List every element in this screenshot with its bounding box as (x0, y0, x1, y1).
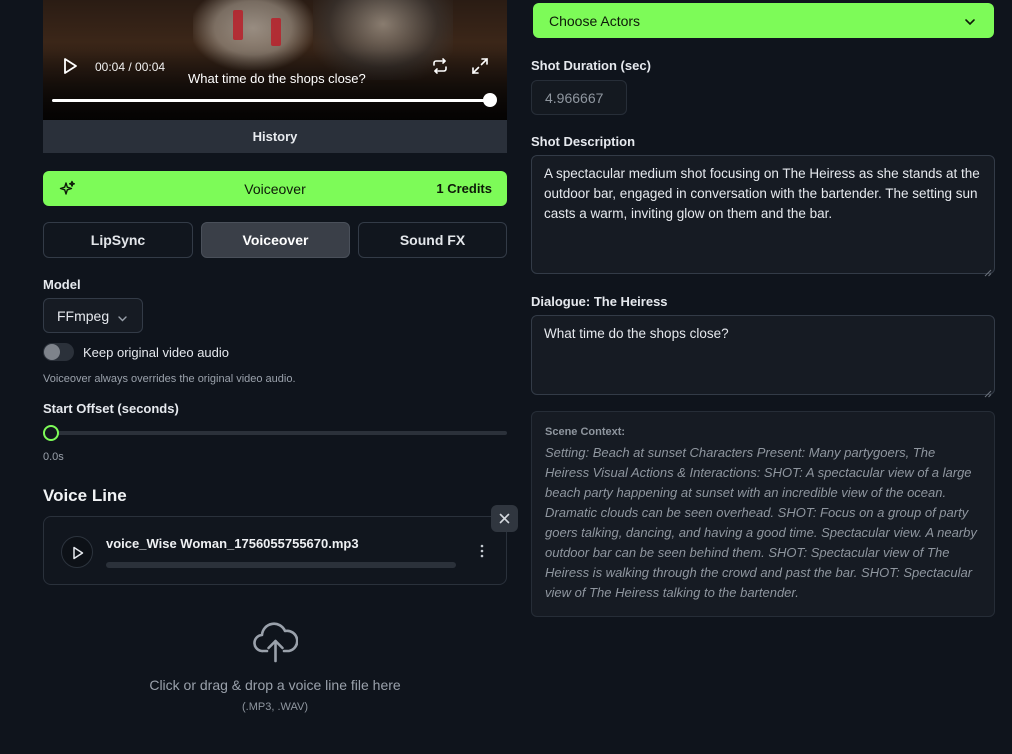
remove-voice-button[interactable] (491, 505, 518, 532)
resize-grip-icon[interactable] (984, 384, 992, 398)
close-icon (499, 513, 510, 524)
resize-grip-icon[interactable] (984, 263, 992, 277)
shot-duration-input[interactable]: 4.966667 (531, 80, 627, 115)
chevron-down-icon (964, 15, 976, 27)
mode-lipsync-button[interactable]: LipSync (43, 222, 193, 258)
model-label: Model (43, 277, 81, 292)
shot-description-textarea[interactable]: A spectacular medium shot focusing on Th… (531, 155, 995, 277)
video-time: 00:04 / 00:04 (95, 60, 166, 74)
start-offset-slider[interactable] (51, 431, 507, 435)
play-icon[interactable] (62, 57, 78, 75)
video-player[interactable]: 00:04 / 00:04 What time do the shops clo… (43, 0, 507, 120)
dialogue-label: Dialogue: The Heiress (531, 294, 668, 309)
voice-line-title: Voice Line (43, 486, 127, 505)
dialogue-textarea[interactable]: What time do the shops close? (531, 315, 995, 398)
upload-cloud-icon[interactable] (253, 621, 299, 663)
start-offset-label: Start Offset (seconds) (43, 401, 179, 416)
scene-context-panel: Scene Context: Setting: Beach at sunset … (531, 411, 995, 617)
model-select[interactable]: FFmpeg (43, 298, 143, 333)
loop-icon[interactable] (431, 57, 449, 75)
credits-badge: 1 Credits (436, 181, 492, 196)
video-frame-glass (233, 10, 243, 40)
voice-file-name: voice_Wise Woman_1756055755670.mp3 (106, 536, 359, 551)
dialogue-text: What time do the shops close? (544, 326, 729, 341)
model-select-value: FFmpeg (57, 307, 110, 324)
chevron-down-icon (117, 311, 128, 322)
upload-formats: (.MP3, .WAV) (242, 701, 308, 713)
voice-line-card: voice_Wise Woman_1756055755670.mp3 (43, 516, 507, 585)
shot-duration-label: Shot Duration (sec) (531, 58, 651, 73)
toggle-knob (44, 344, 60, 360)
start-offset-thumb[interactable] (43, 425, 59, 441)
video-progress-thumb[interactable] (483, 93, 497, 107)
tab-history[interactable]: History (43, 120, 507, 153)
scene-context-label: Scene Context: (545, 426, 626, 438)
keep-audio-toggle[interactable] (43, 343, 74, 361)
shot-description-label: Shot Description (531, 134, 636, 149)
voice-play-button[interactable] (61, 536, 93, 568)
choose-actors-select[interactable]: Choose Actors (533, 3, 994, 38)
keep-audio-label: Keep original video audio (83, 345, 229, 360)
voiceover-generate-button[interactable]: Voiceover 1 Credits (43, 171, 507, 206)
keep-audio-hint: Voiceover always overrides the original … (43, 373, 296, 385)
video-caption: What time do the shops close? (188, 71, 366, 86)
upload-dropzone-text[interactable]: Click or drag & drop a voice line file h… (43, 677, 507, 693)
mode-voiceover-button[interactable]: Voiceover (201, 222, 350, 258)
start-offset-value: 0.0s (43, 451, 64, 463)
scene-context-text: Setting: Beach at sunset Characters Pres… (545, 445, 977, 600)
choose-actors-label: Choose Actors (549, 12, 641, 29)
play-icon (73, 546, 84, 560)
video-frame-glass (271, 18, 281, 46)
mode-soundfx-button[interactable]: Sound FX (358, 222, 507, 258)
more-options-icon[interactable] (480, 544, 484, 558)
video-progress-track[interactable] (52, 99, 492, 102)
fullscreen-icon[interactable] (471, 57, 489, 75)
voice-progress-bar[interactable] (106, 562, 456, 568)
shot-description-text: A spectacular medium shot focusing on Th… (544, 166, 980, 221)
